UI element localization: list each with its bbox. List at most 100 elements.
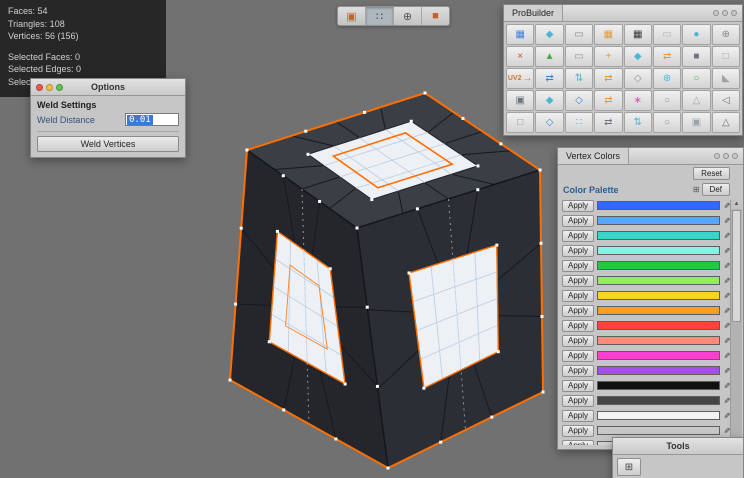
subdivide-faces-button[interactable]: ∗	[624, 90, 652, 111]
probuilder-titlebar[interactable]: ProBuilder	[504, 5, 742, 22]
scroll-up-icon[interactable]: ▲	[731, 200, 742, 209]
window-control-dot[interactable]	[723, 153, 729, 159]
vertex-select-button[interactable]: ∷	[366, 7, 394, 25]
palette-preset-def-button[interactable]: Def	[702, 183, 730, 196]
select-by-material-button[interactable]: ▣	[682, 112, 710, 133]
merge-faces-button[interactable]: ⇄	[594, 90, 622, 111]
detach-faces-button[interactable]: ×	[506, 46, 534, 67]
vertex-color-editor-button[interactable]: ●	[682, 24, 710, 45]
select-edge-loop-button[interactable]: ⇅	[624, 112, 652, 133]
bridge-edges-button[interactable]: ▣	[506, 90, 534, 111]
viewport-cube[interactable]	[150, 80, 580, 478]
freeze-transform-button[interactable]: ■	[682, 46, 710, 67]
extrude-faces-button[interactable]: ◣	[712, 68, 740, 89]
reset-button[interactable]: Reset	[693, 167, 730, 180]
triangulate-faces-button[interactable]: ◇	[565, 90, 593, 111]
maximize-icon[interactable]	[56, 84, 63, 91]
merge-objects-button[interactable]: +	[594, 46, 622, 67]
new-poly-shape-button[interactable]: ◆	[535, 24, 563, 45]
color-swatch[interactable]	[597, 411, 720, 420]
close-icon[interactable]	[36, 84, 43, 91]
apply-color-button[interactable]: Apply	[562, 245, 594, 257]
color-swatch[interactable]	[597, 276, 720, 285]
apply-color-button[interactable]: Apply	[562, 425, 594, 437]
handle-orientation-button[interactable]: ⊕	[712, 24, 740, 45]
shrink-selection-button[interactable]: ◇	[535, 112, 563, 133]
select-by-color-button[interactable]: △	[712, 112, 740, 133]
apply-color-button[interactable]: Apply	[562, 410, 594, 422]
apply-color-button[interactable]: Apply	[562, 380, 594, 392]
new-bezier-shape-button[interactable]: ▭	[565, 24, 593, 45]
split-vertices-button[interactable]: ⇄	[594, 68, 622, 89]
generate-uv2-button[interactable]: UV2→	[506, 68, 534, 89]
material-editor-button[interactable]: ▦	[594, 24, 622, 45]
select-hole-button[interactable]: ○	[653, 112, 681, 133]
apply-color-button[interactable]: Apply	[562, 215, 594, 227]
collapse-vertices-button[interactable]: ⇅	[565, 68, 593, 89]
probuilder-tab[interactable]: ProBuilder	[504, 5, 563, 21]
insert-edge-loop-button[interactable]: ○	[682, 68, 710, 89]
conform-normals-button[interactable]: △	[682, 90, 710, 111]
apply-color-button[interactable]: Apply	[562, 350, 594, 362]
color-swatch[interactable]	[597, 231, 720, 240]
apply-color-button[interactable]: Apply	[562, 290, 594, 302]
new-shape-button[interactable]: ▦	[506, 24, 534, 45]
grow-selection-button[interactable]: □	[506, 112, 534, 133]
apply-color-button[interactable]: Apply	[562, 305, 594, 317]
apply-color-button[interactable]: Apply	[562, 260, 594, 272]
select-edge-ring-button[interactable]: ⇄	[594, 112, 622, 133]
vertex-paint-tool-button[interactable]: ⊞	[617, 458, 641, 476]
flip-face-normals-button[interactable]: ○	[653, 90, 681, 111]
color-swatch[interactable]	[597, 351, 720, 360]
color-swatch[interactable]	[597, 216, 720, 225]
color-swatch[interactable]	[597, 426, 720, 435]
vertex-colors-titlebar[interactable]: Vertex Colors	[558, 148, 743, 165]
flip-object-normals-button[interactable]: ⇄	[653, 46, 681, 67]
window-control-dot[interactable]	[713, 10, 719, 16]
subtract-boolean-button[interactable]: ▭	[565, 46, 593, 67]
color-swatch[interactable]	[597, 291, 720, 300]
weld-distance-input[interactable]: 0.01	[125, 113, 179, 126]
apply-color-button[interactable]: Apply	[562, 440, 594, 446]
object-select-button[interactable]: ▣	[338, 7, 366, 25]
apply-color-button[interactable]: Apply	[562, 320, 594, 332]
vertex-colors-tab[interactable]: Vertex Colors	[558, 148, 629, 164]
color-swatch[interactable]	[597, 306, 720, 315]
options-titlebar[interactable]: Options	[31, 79, 185, 96]
color-swatch[interactable]	[597, 246, 720, 255]
color-swatch[interactable]	[597, 201, 720, 210]
smoothing-editor-button[interactable]: ▦	[624, 24, 652, 45]
offset-elements-button[interactable]: ◁	[712, 90, 740, 111]
apply-color-button[interactable]: Apply	[562, 335, 594, 347]
uv-editor-button[interactable]: ▭	[653, 24, 681, 45]
color-swatch[interactable]	[597, 321, 720, 330]
apply-color-button[interactable]: Apply	[562, 230, 594, 242]
weld-vertices-button[interactable]: ⇄	[535, 68, 563, 89]
connect-vertices-button[interactable]: ⊕	[653, 68, 681, 89]
window-control-dot[interactable]	[722, 10, 728, 16]
color-swatch[interactable]	[597, 261, 720, 270]
window-control-dot[interactable]	[714, 153, 720, 159]
export-asset-button[interactable]: ▲	[535, 46, 563, 67]
color-swatch[interactable]	[597, 366, 720, 375]
color-swatch[interactable]	[597, 336, 720, 345]
edge-select-button[interactable]: ⊕	[394, 7, 422, 25]
color-swatch[interactable]	[597, 396, 720, 405]
face-select-button[interactable]: ■	[422, 7, 449, 25]
mirror-objects-button[interactable]: ◆	[624, 46, 652, 67]
vertex-colors-scrollbar[interactable]: ▲ ▼	[730, 200, 742, 448]
bevel-edges-button[interactable]: ◆	[535, 90, 563, 111]
center-pivot-button[interactable]: □	[712, 46, 740, 67]
window-control-dot[interactable]	[732, 153, 738, 159]
color-swatch[interactable]	[597, 381, 720, 390]
minimize-icon[interactable]	[46, 84, 53, 91]
fill-hole-button[interactable]: ◇	[624, 68, 652, 89]
invert-selection-button[interactable]: ∷	[565, 112, 593, 133]
scrollbar-thumb[interactable]	[732, 210, 741, 322]
window-control-dot[interactable]	[731, 10, 737, 16]
apply-color-button[interactable]: Apply	[562, 365, 594, 377]
apply-color-button[interactable]: Apply	[562, 200, 594, 212]
apply-color-button[interactable]: Apply	[562, 275, 594, 287]
weld-vertices-button[interactable]: Weld Vertices	[37, 136, 179, 152]
apply-color-button[interactable]: Apply	[562, 395, 594, 407]
